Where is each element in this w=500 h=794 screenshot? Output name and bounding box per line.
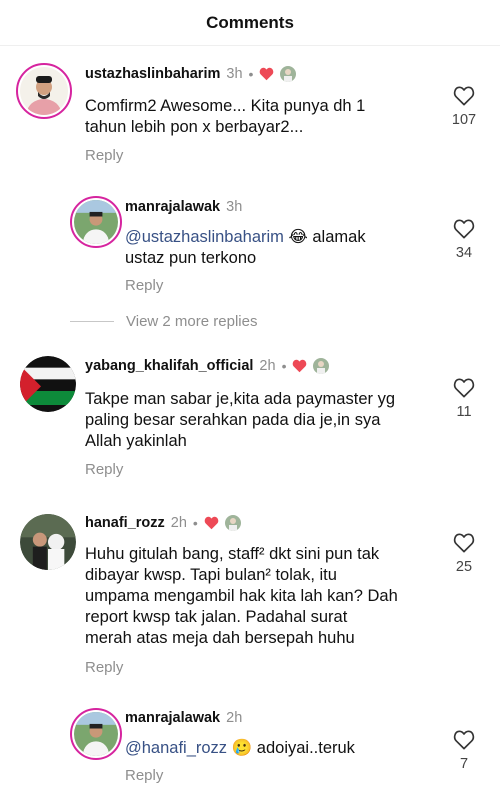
timestamp: 3h xyxy=(226,66,243,82)
comment-text-line: umpama mengambil hak kita lah kan? Dah xyxy=(85,587,398,605)
comment-text-line: @hanafi_rozz 🥲 adoiyai..teruk xyxy=(125,738,425,759)
creator-avatar-icon xyxy=(313,358,330,374)
creator-liked-heart-icon xyxy=(204,516,219,530)
avatar[interactable] xyxy=(16,63,72,119)
separator-dot: • xyxy=(281,358,287,374)
comment-text: @ustazhaslinbaharim 😂 alamak ustaz pun t… xyxy=(125,227,425,269)
comment-text-line: @ustazhaslinbaharim 😂 alamak xyxy=(125,227,425,248)
timestamp: 3h xyxy=(226,199,243,215)
avatar[interactable] xyxy=(70,196,122,248)
page-title: Comments xyxy=(206,12,294,32)
like-control[interactable]: 107 xyxy=(444,86,484,128)
timestamp: 2h xyxy=(226,710,243,726)
creator-avatar-icon xyxy=(280,66,297,82)
comment-text: Huhu gitulah bang, staff² dkt sini pun t… xyxy=(85,544,430,649)
mention-link[interactable]: @ustazhaslinbaharim xyxy=(125,228,284,246)
reply-button[interactable]: Reply xyxy=(85,147,123,164)
like-count: 107 xyxy=(451,112,477,128)
comment-text-line: ustaz pun terkono xyxy=(125,249,257,267)
comment-meta: yabang_khalifah_official 2h • xyxy=(85,358,330,374)
reply-button[interactable]: Reply xyxy=(125,277,163,294)
comment-text-line: paling besar serahkan pada dia je,in sya xyxy=(85,411,381,429)
avatar[interactable] xyxy=(20,356,76,412)
like-control[interactable]: 11 xyxy=(444,378,484,420)
username[interactable]: ustazhaslinbaharim xyxy=(85,66,220,82)
comment-text-line: merah atas meja dah bersepah huhu xyxy=(85,629,355,647)
comments-header: Comments xyxy=(0,0,500,46)
comment-text-line: Allah yakinlah xyxy=(85,432,187,450)
comment-text: Comfirm2 Awesome... Kita punya dh 1 tahu… xyxy=(85,96,425,138)
username[interactable]: manrajalawak xyxy=(125,199,220,215)
separator-dot: • xyxy=(192,515,198,531)
comment-text-line: dibayar kwsp. Tapi bulan² tolak, itu xyxy=(85,566,337,584)
like-count: 25 xyxy=(455,559,473,575)
comment-text-line: tahun lebih pon x berbayar2... xyxy=(85,118,304,136)
username[interactable]: yabang_khalifah_official xyxy=(85,358,253,374)
comment-meta: ustazhaslinbaharim 3h • xyxy=(85,66,297,82)
view-more-replies-button[interactable]: View 2 more replies xyxy=(70,313,257,330)
username[interactable]: manrajalawak xyxy=(125,710,220,726)
like-count: 7 xyxy=(459,756,469,772)
couple-photo-icon xyxy=(20,514,76,570)
reply-button[interactable]: Reply xyxy=(85,461,123,478)
comment-text-line: Huhu gitulah bang, staff² dkt sini pun t… xyxy=(85,545,380,563)
like-control[interactable]: 25 xyxy=(444,533,484,575)
comment-meta: hanafi_rozz 2h • xyxy=(85,515,241,531)
emoji: 🥲 xyxy=(231,739,253,757)
comment-text-line: report kwsp tak jalan. Padahal surat xyxy=(85,608,348,626)
flag-avatar-icon xyxy=(20,356,76,412)
heart-outline-icon[interactable] xyxy=(453,219,475,239)
person-photo-icon xyxy=(74,712,118,756)
mention-link[interactable]: @hanafi_rozz xyxy=(125,739,227,757)
creator-liked-heart-icon xyxy=(293,359,307,373)
comment-text-part: alamak xyxy=(307,228,366,246)
person-photo-icon xyxy=(74,200,118,244)
heart-outline-icon[interactable] xyxy=(453,86,475,106)
person-photo-icon xyxy=(20,67,68,115)
timestamp: 2h xyxy=(170,515,187,531)
avatar[interactable] xyxy=(20,514,76,570)
reply-button[interactable]: Reply xyxy=(125,767,163,784)
emoji: 😂 xyxy=(288,228,308,246)
view-more-label: View 2 more replies xyxy=(126,313,258,330)
divider-line xyxy=(70,321,114,322)
like-control[interactable]: 7 xyxy=(444,730,484,772)
separator-dot: • xyxy=(248,66,254,82)
like-count: 34 xyxy=(455,245,473,261)
like-count: 11 xyxy=(456,404,472,420)
comment-text: @hanafi_rozz 🥲 adoiyai..teruk xyxy=(125,738,425,759)
heart-outline-icon[interactable] xyxy=(453,533,475,553)
comment-meta: manrajalawak 3h xyxy=(125,199,242,215)
avatar[interactable] xyxy=(70,708,122,760)
comment-text-line: Takpe man sabar je,kita ada paymaster yg xyxy=(85,390,395,408)
heart-outline-icon[interactable] xyxy=(453,378,475,398)
comment-text-part: adoiyai..teruk xyxy=(252,739,355,757)
reply-button[interactable]: Reply xyxy=(85,659,123,676)
heart-outline-icon[interactable] xyxy=(453,730,475,750)
like-control[interactable]: 34 xyxy=(444,219,484,261)
comment-text-line: Comfirm2 Awesome... Kita punya dh 1 xyxy=(85,97,366,115)
timestamp: 2h xyxy=(259,358,276,374)
creator-liked-heart-icon xyxy=(260,67,274,81)
comment-text: Takpe man sabar je,kita ada paymaster yg… xyxy=(85,389,430,452)
creator-avatar-icon xyxy=(224,515,241,531)
comment-meta: manrajalawak 2h xyxy=(125,710,242,726)
username[interactable]: hanafi_rozz xyxy=(85,515,165,531)
